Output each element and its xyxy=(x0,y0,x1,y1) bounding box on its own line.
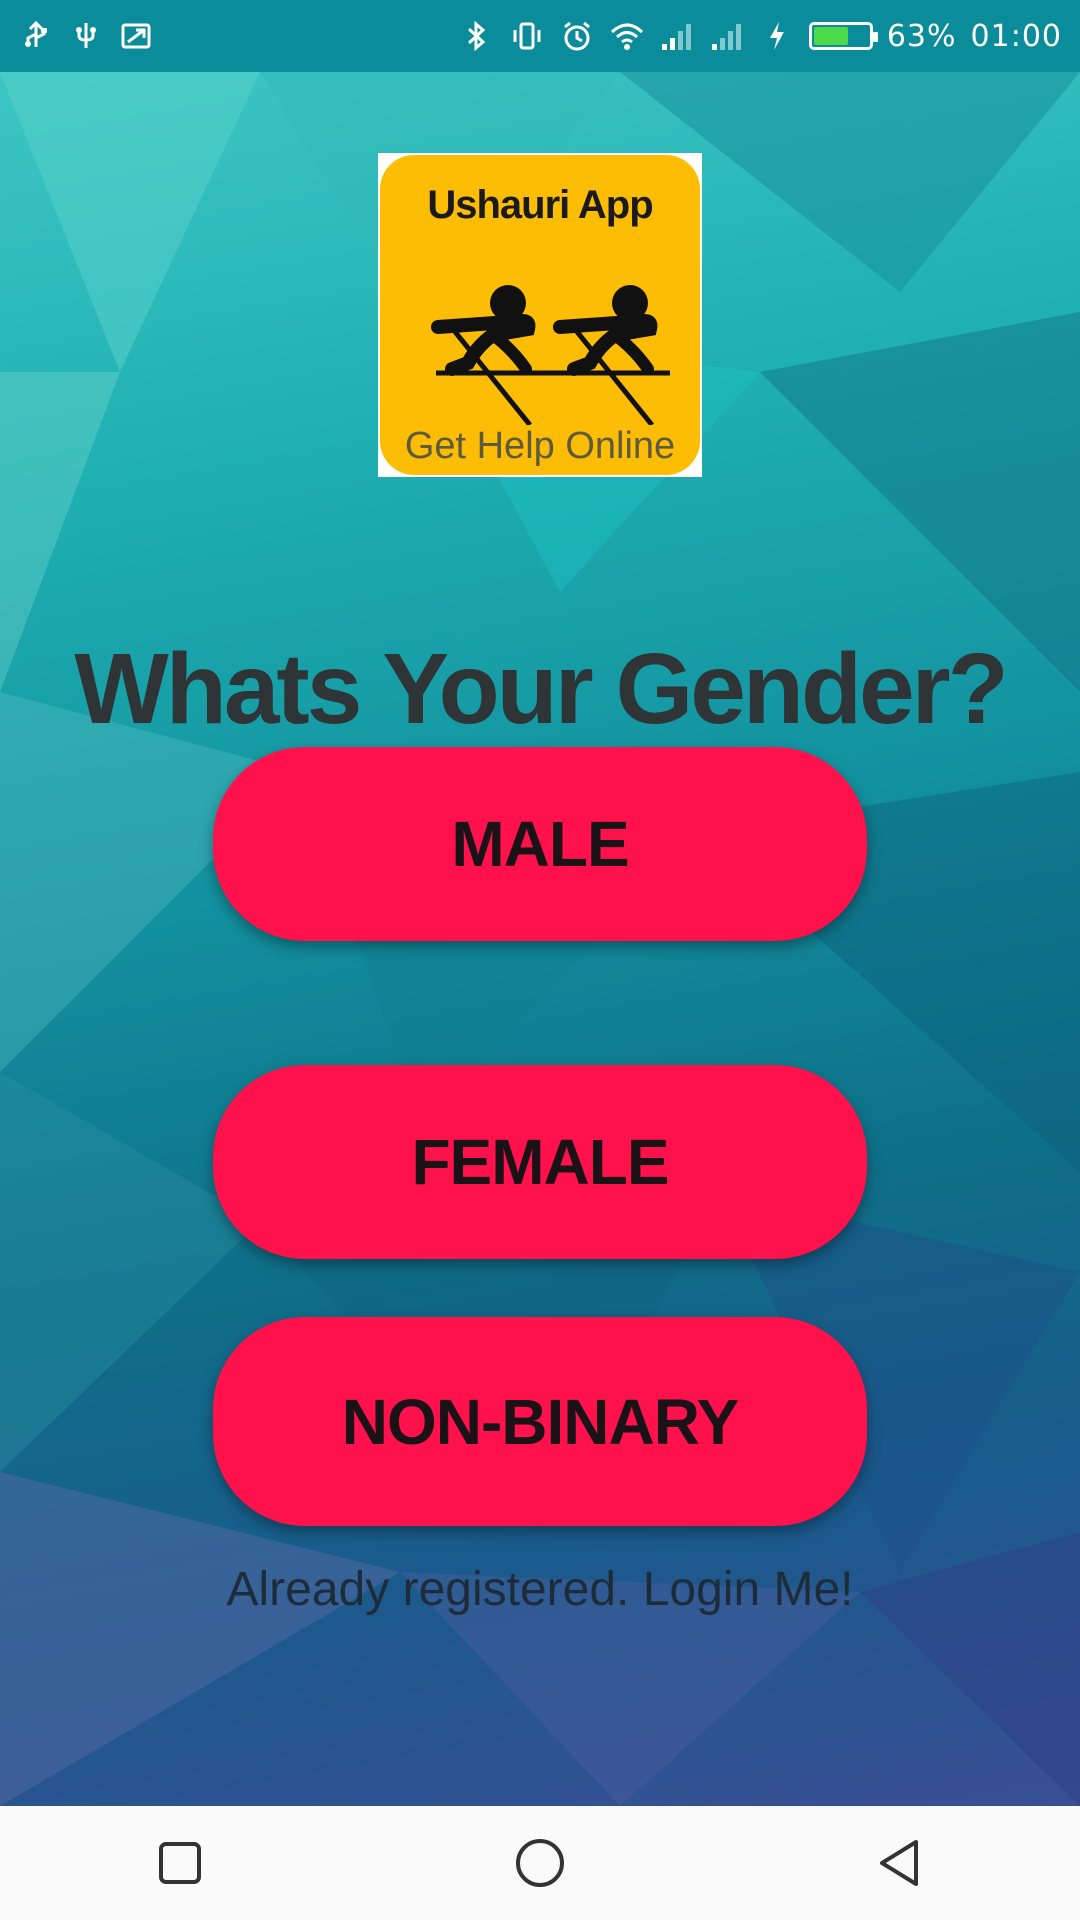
battery-fill xyxy=(813,27,848,45)
recents-button[interactable] xyxy=(120,1813,240,1913)
home-button[interactable] xyxy=(480,1813,600,1913)
logo-badge: Ushauri App Get Help Online xyxy=(380,155,700,475)
app-logo: Ushauri App Get Help Online xyxy=(378,153,702,477)
battery-icon xyxy=(808,22,878,50)
wifi-icon xyxy=(609,18,645,54)
signal-icon-2 xyxy=(709,18,745,54)
charging-icon xyxy=(759,18,795,54)
battery-percent: 63% xyxy=(886,18,957,54)
circle-icon xyxy=(516,1839,564,1887)
bluetooth-icon xyxy=(459,18,495,54)
male-button[interactable]: MALE xyxy=(213,747,867,941)
usb-icon xyxy=(18,18,54,54)
login-link[interactable]: Already registered. Login Me! xyxy=(0,1562,1080,1617)
page-title: Whats Your Gender? xyxy=(74,633,1008,745)
screencast-icon xyxy=(118,18,154,54)
non-binary-button[interactable]: NON-BINARY xyxy=(213,1317,867,1526)
main-content: Ushauri App Get Help Online Whats Your G… xyxy=(0,72,1080,1806)
triangle-back-icon xyxy=(880,1840,918,1886)
square-icon xyxy=(159,1842,201,1884)
rowers-icon xyxy=(431,285,670,425)
back-button[interactable] xyxy=(840,1813,960,1913)
usb-debug-icon xyxy=(68,18,104,54)
status-left-icons xyxy=(18,18,154,54)
alarm-icon xyxy=(559,18,595,54)
logo-subtitle: Get Help Online xyxy=(404,425,676,467)
status-right-icons: 63% 01:00 xyxy=(459,18,1062,54)
status-bar: 63% 01:00 xyxy=(0,0,1080,72)
navigation-bar xyxy=(0,1806,1080,1920)
vibrate-icon xyxy=(509,18,545,54)
clock: 01:00 xyxy=(970,18,1062,54)
logo-title: Ushauri App xyxy=(427,183,653,227)
signal-icon xyxy=(659,18,695,54)
female-button[interactable]: FEMALE xyxy=(213,1065,867,1259)
